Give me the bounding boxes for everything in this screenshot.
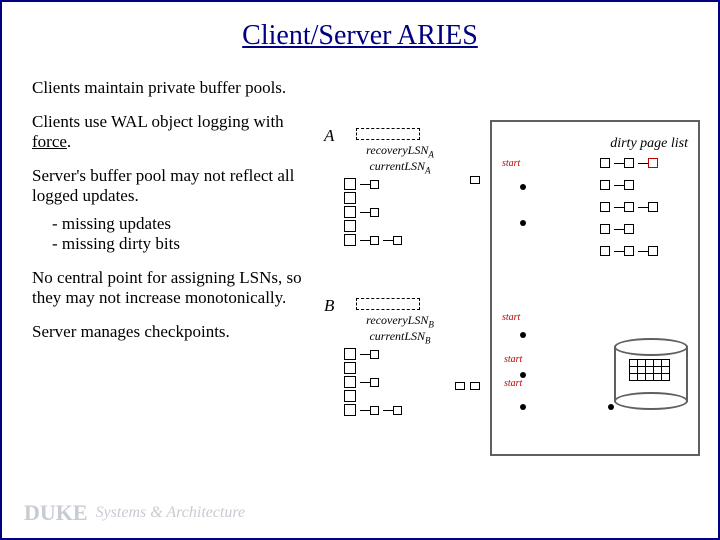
client-b-rec-sub: B (428, 319, 434, 329)
dot-icon (608, 404, 614, 410)
client-a-rec: recoveryLSN (366, 143, 428, 157)
client-a-cur: currentLSN (369, 159, 425, 173)
client-b-rec: recoveryLSN (366, 313, 428, 327)
start-label: start (504, 378, 522, 389)
client-a-rec-sub: A (428, 149, 434, 159)
systems-architecture-label: Systems & Architecture (96, 504, 246, 522)
client-a-lsn: recoveryLSNA currentLSNA (350, 144, 450, 176)
dot-icon (520, 404, 526, 410)
dirty-page-row (600, 200, 692, 214)
client-a-log-icon (356, 128, 420, 140)
client-a-buffer (344, 177, 444, 265)
dirty-page-row (600, 178, 692, 192)
start-label: start (504, 354, 522, 365)
dirty-page-row (600, 222, 692, 236)
bullet-2: Clients use WAL object logging with forc… (32, 112, 312, 152)
dot-icon (520, 332, 526, 338)
dot-icon (520, 184, 526, 190)
bullet-column: Clients maintain private buffer pools. C… (32, 78, 312, 356)
server-panel: dirty page list start start start start (490, 120, 700, 456)
client-b-buffer (344, 347, 444, 435)
start-label: start (502, 312, 520, 323)
bullet-3-sub: - missing updates - missing dirty bits (52, 214, 312, 254)
client-a-cur-sub: A (425, 165, 431, 175)
diagram-area: A recoveryLSNA currentLSNA B recoveryLSN… (320, 122, 710, 462)
start-label: start (502, 158, 520, 169)
client-b-cur-sub: B (425, 335, 431, 345)
client-b-label: B (324, 296, 334, 316)
dirty-page-list-label: dirty page list (610, 136, 688, 152)
slide-title: Client/Server ARIES (2, 2, 718, 64)
record-icon (455, 382, 465, 390)
bullet-2-pre: Clients use WAL object logging with (32, 112, 284, 131)
bullet-1: Clients maintain private buffer pools. (32, 78, 312, 98)
dirty-page-row (600, 244, 692, 258)
client-b-cur: currentLSN (369, 329, 425, 343)
client-b-log-icon (356, 298, 420, 310)
bullet-5: Server manages checkpoints. (32, 322, 312, 342)
dot-icon (520, 372, 526, 378)
bullet-2-post: . (67, 132, 71, 151)
bullet-3: Server's buffer pool may not reflect all… (32, 166, 312, 206)
record-icon (470, 382, 480, 390)
dirty-page-row (600, 156, 692, 170)
bullet-4: No central point for assigning LSNs, so … (32, 268, 312, 308)
bullet-2-force: force (32, 132, 67, 151)
client-a-label: A (324, 126, 334, 146)
database-icon (614, 346, 688, 402)
record-icon (470, 176, 480, 184)
db-pages-grid (630, 360, 676, 386)
client-b-lsn: recoveryLSNB currentLSNB (350, 314, 450, 346)
dot-icon (520, 220, 526, 226)
duke-wordmark: DUKE (24, 500, 88, 526)
footer-logo: DUKE Systems & Architecture (24, 500, 245, 526)
sub-1: - missing updates (52, 214, 312, 234)
sub-2: - missing dirty bits (52, 234, 312, 254)
